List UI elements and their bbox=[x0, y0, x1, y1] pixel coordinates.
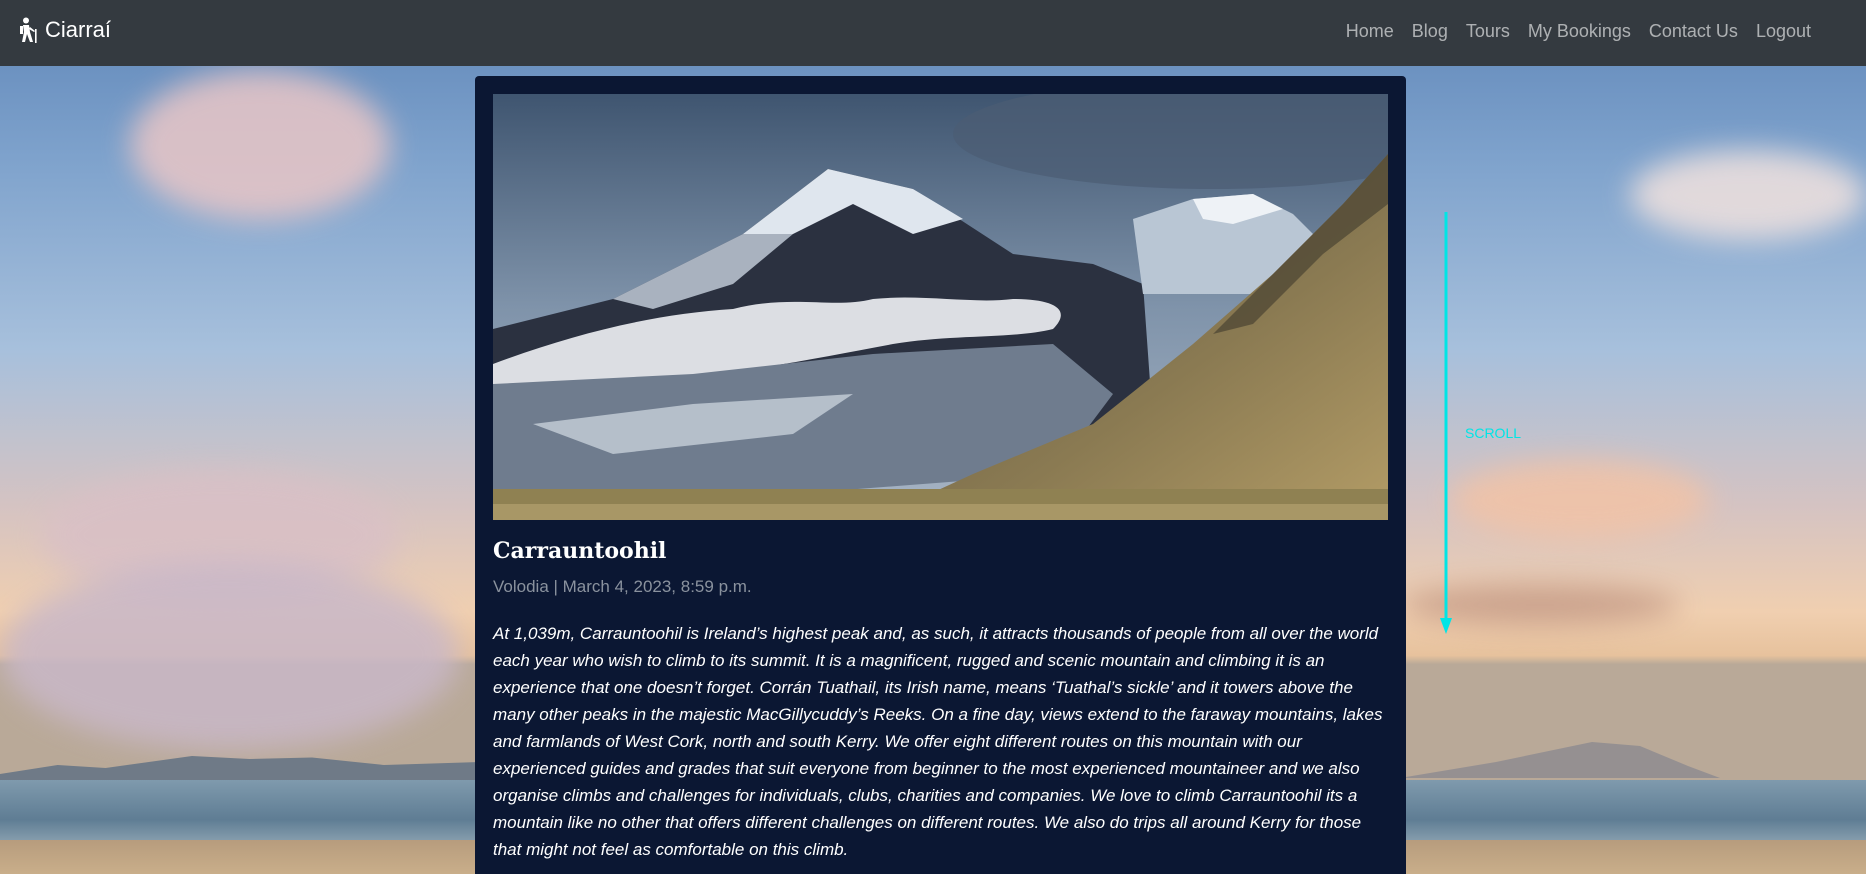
nav-link-contact-us[interactable]: Contact Us bbox=[1649, 21, 1738, 42]
hills-right bbox=[1400, 742, 1720, 778]
cloud bbox=[1630, 150, 1866, 240]
post-image bbox=[493, 94, 1388, 520]
nav-links: Home Blog Tours My Bookings Contact Us L… bbox=[1328, 0, 1811, 62]
scroll-label: SCROLL bbox=[1465, 425, 1522, 441]
nav-link-home[interactable]: Home bbox=[1346, 21, 1394, 42]
cloud bbox=[130, 70, 390, 220]
nav-link-logout[interactable]: Logout bbox=[1756, 21, 1811, 42]
post-title: Carrauntoohil bbox=[493, 538, 667, 564]
nav-link-tours[interactable]: Tours bbox=[1466, 21, 1510, 42]
hiker-icon bbox=[17, 17, 39, 43]
nav-link-blog[interactable]: Blog bbox=[1412, 21, 1448, 42]
navbar: Ciarraí Home Blog Tours My Bookings Cont… bbox=[0, 0, 1866, 66]
brand-name: Ciarraí bbox=[45, 17, 112, 42]
post-card: Carrauntoohil Volodia | March 4, 2023, 8… bbox=[475, 76, 1406, 874]
cloud bbox=[0, 560, 460, 750]
nav-link-my-bookings[interactable]: My Bookings bbox=[1528, 21, 1631, 42]
post-body: At 1,039m, Carrauntoohil is Ireland’s hi… bbox=[493, 624, 1383, 859]
scroll-arrow-icon bbox=[1440, 212, 1452, 634]
brand-link[interactable]: Ciarraí bbox=[17, 17, 111, 43]
cloud bbox=[1450, 460, 1710, 540]
post-meta: Volodia | March 4, 2023, 8:59 p.m. bbox=[493, 577, 752, 596]
